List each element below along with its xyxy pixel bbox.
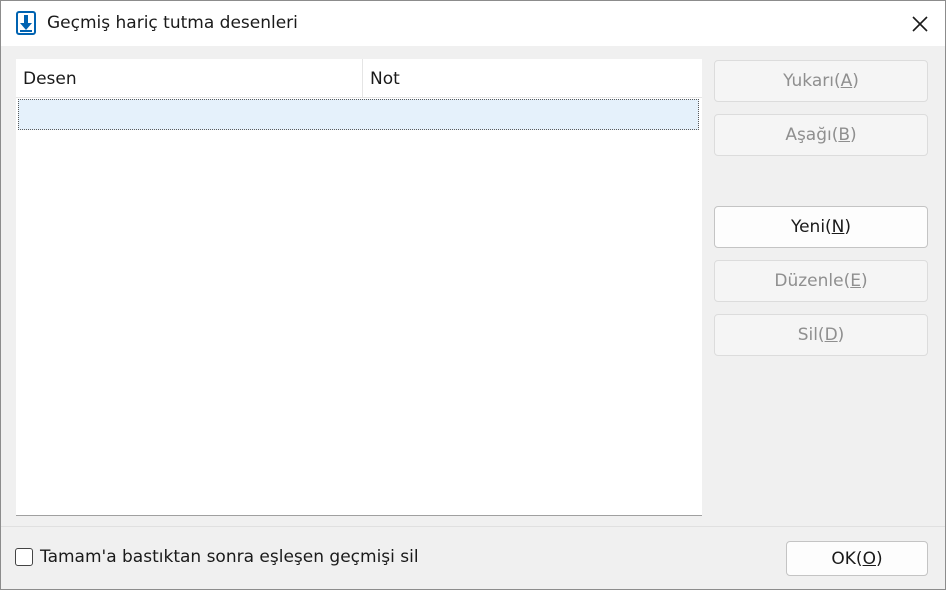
delete-button-accesskey: D [824,325,838,345]
close-button[interactable] [895,1,945,46]
down-button-suffix: ) [850,125,857,145]
new-button-accesskey: N [831,217,845,237]
dialog-window: Geçmiş hariç tutma desenleri Desen Not Y… [0,0,946,590]
down-button[interactable]: Aşağı(B) [714,114,928,156]
edit-button-label: Düzenle( [774,271,851,291]
window-title: Geçmiş hariç tutma desenleri [47,13,298,33]
up-button[interactable]: Yukarı(A) [714,60,928,102]
column-header-note[interactable]: Not [363,59,702,97]
footer-divider [1,526,945,527]
list-row[interactable] [18,99,699,130]
pattern-list[interactable]: Desen Not [16,59,702,516]
ok-button-accesskey: O [862,548,876,569]
edit-button[interactable]: Düzenle(E) [714,260,928,302]
ok-button-label: OK( [831,548,863,569]
up-button-label: Yukarı( [783,71,841,91]
new-button-suffix: ) [844,217,852,237]
delete-matching-history-checkbox[interactable] [15,548,33,566]
down-button-label: Aşağı( [785,125,839,145]
delete-button[interactable]: Sil(D) [714,314,928,356]
delete-button-label: Sil( [797,325,825,345]
down-button-accesskey: B [838,125,851,145]
column-header-pattern[interactable]: Desen [16,59,363,97]
download-arrow-icon [15,11,37,35]
edit-button-suffix: ) [860,271,868,291]
close-icon [912,15,928,32]
new-button[interactable]: Yeni(N) [714,206,928,248]
new-button-label: Yeni( [790,217,832,237]
ok-button[interactable]: OK(O) [786,541,928,576]
delete-button-suffix: ) [837,325,845,345]
title-bar[interactable]: Geçmiş hariç tutma desenleri [1,1,945,46]
list-header: Desen Not [16,59,702,98]
delete-matching-history-checkbox-row[interactable]: Tamam'a bastıktan sonra eşleşen geçmişi … [15,547,419,567]
delete-matching-history-label[interactable]: Tamam'a bastıktan sonra eşleşen geçmişi … [40,547,419,567]
edit-button-accesskey: E [850,271,861,291]
up-button-accesskey: A [840,71,853,91]
ok-button-suffix: ) [875,548,883,569]
up-button-suffix: ) [852,71,859,91]
